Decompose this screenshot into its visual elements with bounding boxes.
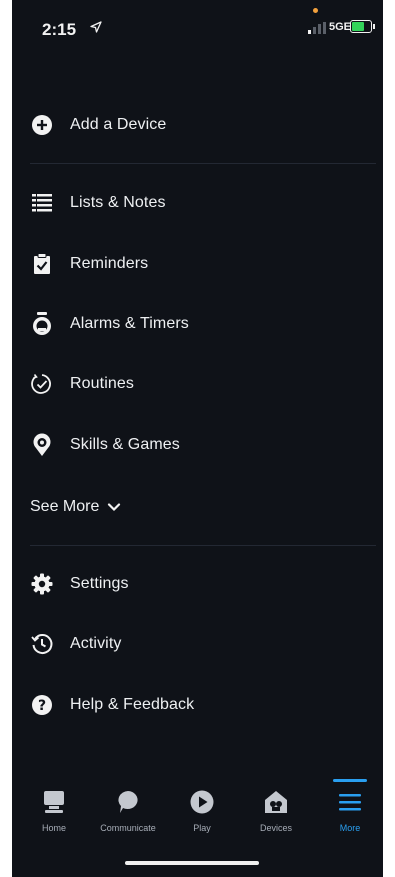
menu-item-label: Help & Feedback [70,696,195,713]
plus-circle-icon [30,113,54,137]
menu-item-label: Alarms & Timers [70,315,189,332]
routine-check-icon [30,372,54,396]
clipboard-check-icon [30,252,54,276]
app-screen: 2:15 5GE Add a Device Lists & Notes Remi… [12,0,383,877]
active-tab-indicator [333,779,367,782]
menu-item-help-feedback[interactable]: ? Help & Feedback [30,685,370,725]
tab-bar: Home Communicate Play Devices More [12,779,383,849]
status-bar: 2:15 5GE [12,0,383,58]
home-display-icon [44,791,64,813]
list-icon [30,191,54,215]
divider [30,545,376,546]
tab-home[interactable]: Home [17,779,91,843]
history-icon [30,632,54,656]
tab-devices[interactable]: Devices [239,779,313,843]
question-circle-icon: ? [30,693,54,717]
menu-item-label: Settings [70,575,129,592]
see-more-button[interactable]: See More [30,493,121,521]
network-type: 5GE [329,21,352,33]
tab-communicate[interactable]: Communicate [91,779,165,843]
gear-icon [30,572,54,596]
battery-charging-icon [350,20,375,33]
menu-item-skills-games[interactable]: Skills & Games [30,425,370,465]
add-device-button[interactable]: Add a Device [30,105,370,145]
menu-item-routines[interactable]: Routines [30,364,370,404]
speech-bubble-icon [118,791,138,813]
tab-label: Devices [259,823,292,833]
devices-house-icon [265,791,287,813]
status-time: 2:15 [42,20,77,39]
play-circle-icon [190,790,214,814]
menu-item-activity[interactable]: Activity [30,624,370,664]
menu-item-label: Reminders [70,255,149,272]
menu-item-label: Routines [70,375,134,392]
menu-item-settings[interactable]: Settings [30,564,370,604]
menu-item-label: Skills & Games [70,436,180,453]
add-device-label: Add a Device [70,116,167,133]
menu-item-label: Lists & Notes [70,194,166,211]
alarm-clock-icon [30,312,54,336]
hamburger-menu-icon [339,794,361,811]
location-arrow-icon [90,21,102,33]
signal-bars-icon [308,22,326,34]
home-indicator[interactable] [125,861,259,865]
tab-play[interactable]: Play [165,779,239,843]
tab-label: Play [193,823,211,833]
tab-label: Communicate [100,823,156,833]
divider [30,163,376,164]
chevron-down-icon [108,503,121,512]
privacy-indicator-dot [313,8,318,13]
tab-label: Home [41,823,66,833]
svg-text:?: ? [38,698,46,714]
tab-label: More [339,823,361,833]
skills-pin-icon [30,433,54,457]
tab-more[interactable]: More [313,779,383,843]
menu-item-reminders[interactable]: Reminders [30,244,370,284]
menu-item-lists-notes[interactable]: Lists & Notes [30,183,370,223]
menu-item-label: Activity [70,635,122,652]
menu-item-alarms-timers[interactable]: Alarms & Timers [30,304,370,344]
see-more-label: See More [30,498,100,515]
